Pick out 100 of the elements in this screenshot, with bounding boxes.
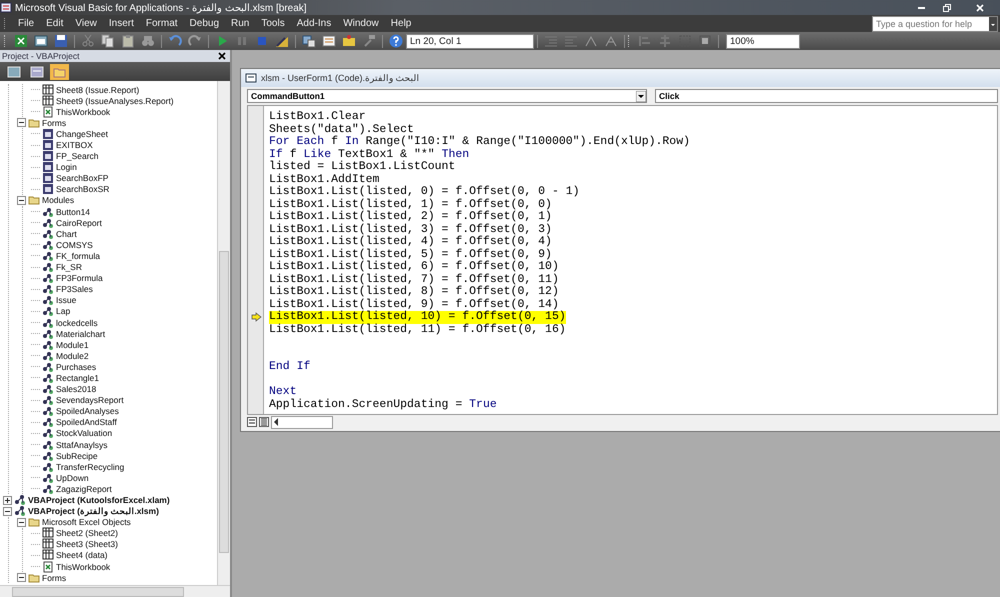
zoom-field[interactable]: 100%: [726, 34, 800, 48]
tree-item[interactable]: Issue: [56, 295, 76, 306]
tree-item[interactable]: Modules: [42, 195, 74, 206]
tree-item[interactable]: Purchases: [56, 362, 96, 372]
tree-item[interactable]: ThisWorkbook: [56, 106, 110, 117]
form-icon[interactable]: [34, 34, 48, 48]
tree-item[interactable]: Module1: [56, 340, 89, 350]
menu-item[interactable]: Window: [337, 17, 385, 30]
tree-item[interactable]: CairoReport: [56, 218, 102, 228]
module-icon: [42, 405, 54, 418]
tree-item[interactable]: Sheet8 (Issue.Report): [56, 84, 140, 95]
project-explorer-icon[interactable]: [302, 34, 316, 48]
view-object-icon[interactable]: [30, 64, 44, 78]
redo-icon[interactable]: [188, 34, 202, 48]
help-search-field[interactable]: Type a question for help: [872, 16, 998, 32]
tree-item[interactable]: ChangeSheet: [56, 128, 108, 139]
tree-item[interactable]: Fk_SR: [56, 262, 82, 272]
tree-item[interactable]: Login: [56, 162, 77, 172]
copy-icon[interactable]: [101, 34, 115, 48]
menu-item[interactable]: Format: [140, 17, 184, 30]
tree-item[interactable]: Button14: [56, 206, 90, 217]
tree-item[interactable]: Sheet3 (Sheet3): [56, 539, 118, 550]
binoculars-icon[interactable]: [141, 34, 155, 48]
code-line: ListBox1.List(listed, 7) = f.Offset(0, 11): [269, 274, 559, 286]
tree-item[interactable]: Microsoft Excel Objects: [42, 517, 131, 528]
tree-item[interactable]: SearchBoxSR: [56, 184, 110, 194]
object-browser-icon[interactable]: [342, 34, 356, 48]
hammer-icon[interactable]: [362, 34, 376, 48]
undo-icon[interactable]: [168, 34, 182, 48]
tree-item[interactable]: SpoiledAnalyses: [56, 406, 119, 416]
tree-item[interactable]: Lap: [56, 306, 70, 316]
menu-item[interactable]: Help: [384, 17, 418, 30]
tree-item[interactable]: SearchBoxFP: [56, 173, 108, 184]
tree-item[interactable]: Chart: [56, 228, 77, 239]
tree-item[interactable]: Sheet2 (Sheet2): [56, 528, 118, 538]
tree-item[interactable]: Forms: [42, 118, 66, 128]
code-line: listed = ListBox1.ListCount: [269, 161, 456, 174]
form-icon: [42, 139, 54, 152]
procedure-dropdown[interactable]: Click: [655, 89, 998, 103]
view-code-icon[interactable]: [7, 64, 21, 78]
expand-toggle[interactable]: [3, 496, 12, 505]
tree-item[interactable]: Forms: [42, 572, 66, 583]
close-icon: [218, 52, 226, 60]
tree-item[interactable]: EXITBOX: [56, 140, 93, 150]
expand-toggle[interactable]: [3, 506, 12, 516]
expand-toggle[interactable]: [17, 573, 26, 582]
tree-item[interactable]: SpoiledAndStaff: [56, 417, 117, 428]
properties-icon[interactable]: [322, 34, 336, 48]
tree-item[interactable]: SevendaysReport: [56, 395, 124, 406]
tree-item[interactable]: SubRecipe: [56, 450, 98, 461]
tree-item[interactable]: TransferRecycling: [56, 462, 124, 472]
full-module-view-icon: [259, 417, 269, 427]
menu-item[interactable]: Tools: [255, 17, 291, 30]
tree-item[interactable]: Module2: [56, 350, 89, 361]
module-icon: [42, 350, 54, 362]
tree-item[interactable]: COMSYS: [56, 240, 93, 250]
menu-item[interactable]: Debug: [184, 17, 226, 30]
tree-item[interactable]: ZagazigReport: [56, 484, 112, 494]
tree-item[interactable]: FP3Sales: [56, 284, 93, 294]
expand-toggle[interactable]: [17, 518, 26, 527]
tree-item[interactable]: lockedcells: [56, 318, 98, 328]
tree-item[interactable]: VBAProject (KutoolsforExcel.xlam): [28, 495, 170, 506]
tree-item[interactable]: FP3Formula: [56, 273, 103, 284]
vertical-scrollbar[interactable]: [217, 81, 230, 585]
horizontal-scrollbar[interactable]: [0, 585, 230, 597]
sheet-icon: [42, 549, 54, 562]
close-icon: [975, 2, 985, 12]
tree-item[interactable]: Sheet4 (data): [56, 550, 108, 560]
menu-item[interactable]: File: [12, 17, 40, 30]
save-icon[interactable]: [54, 34, 68, 48]
tree-item[interactable]: Rectangle1: [56, 372, 100, 383]
tree-item[interactable]: UpDown: [56, 472, 89, 483]
tree-item[interactable]: FK_formula: [56, 250, 100, 261]
set-square-icon[interactable]: [275, 34, 289, 48]
code-line: ListBox1.List(listed, 8) = f.Offset(0, 12): [269, 286, 559, 298]
expand-toggle[interactable]: [17, 196, 26, 205]
toggle-folders-button[interactable]: [50, 64, 69, 80]
tree-item[interactable]: FP_Search: [56, 151, 99, 162]
code-line: ListBox1.List(listed, 11) = f.Offset(0, 16): [269, 324, 566, 336]
form-icon: [42, 128, 54, 140]
help-icon[interactable]: [389, 34, 403, 48]
tree-item[interactable]: VBAProject (البحث والفترة.xlsm): [28, 506, 159, 516]
tree-item[interactable]: Sales2018: [56, 384, 96, 394]
tree-item[interactable]: StockValuation: [56, 428, 112, 438]
horizontal-scrollbar[interactable]: [271, 416, 333, 428]
tree-item[interactable]: ThisWorkbook: [56, 562, 110, 572]
tree-item[interactable]: SttafAnaylsys: [56, 440, 108, 450]
clipboard-icon[interactable]: [121, 34, 135, 48]
menu-item[interactable]: Run: [225, 17, 256, 30]
tree-item[interactable]: Materialchart: [56, 328, 106, 339]
expand-toggle[interactable]: [17, 118, 26, 128]
menu-item[interactable]: Edit: [40, 17, 70, 30]
module-icon: [42, 283, 54, 296]
object-dropdown[interactable]: CommandButton1: [247, 89, 647, 103]
spreadsheet-icon[interactable]: [14, 34, 28, 48]
menu-item[interactable]: View: [69, 17, 103, 30]
menu-item[interactable]: Insert: [102, 17, 140, 30]
tree-item[interactable]: Sheet9 (IssueAnalyses.Report): [56, 96, 174, 106]
menu-item[interactable]: Add-Ins: [290, 17, 338, 30]
cursor-position-field: Ln 20, Col 1: [406, 34, 534, 48]
